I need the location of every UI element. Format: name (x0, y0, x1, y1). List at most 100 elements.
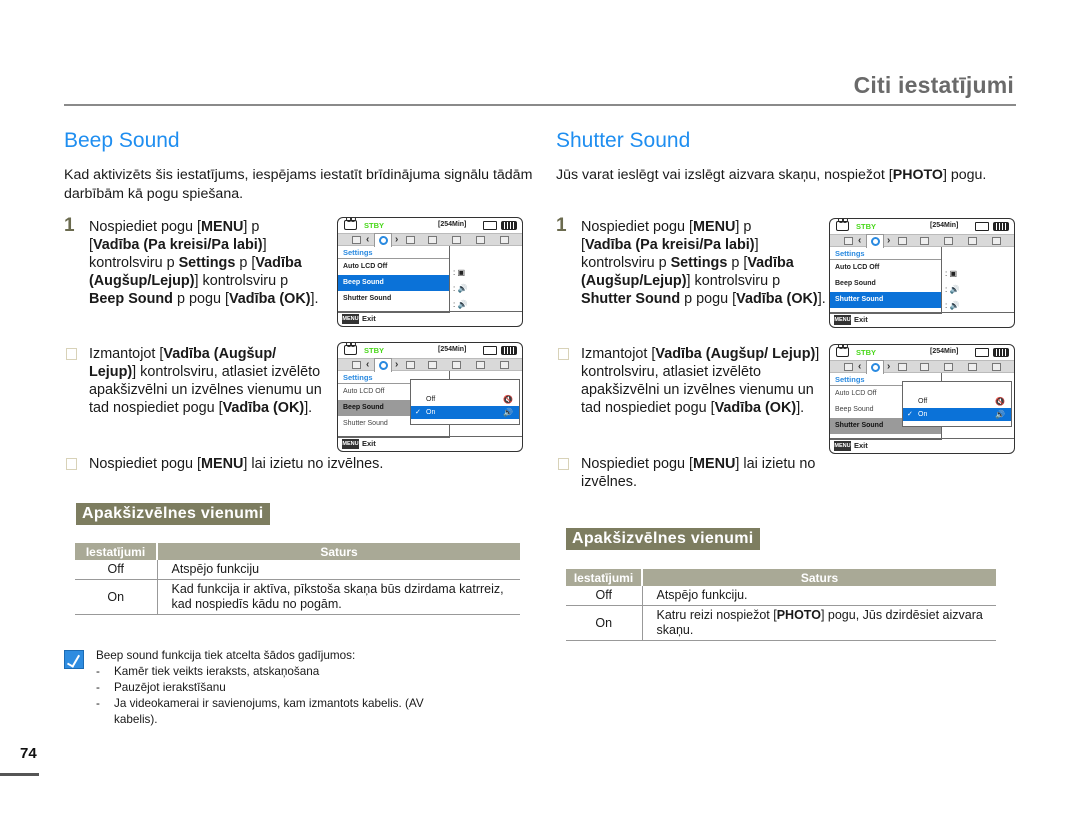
menu-item-shutter-sound[interactable]: Shutter Sound (830, 292, 941, 308)
menu-button[interactable]: MENU (834, 441, 851, 451)
step-text: Izmantojot [Vadība (Augšup/ Lejup)] kont… (89, 346, 322, 416)
header-divider (64, 104, 1016, 106)
table-row: Off Atspējo funkciju (75, 560, 520, 580)
submenu-option-on[interactable]: ✓ On 🔊 (411, 406, 519, 419)
right-arrow-icon: › (887, 361, 891, 372)
submenu-option-off[interactable]: Off 🔇 (903, 395, 1011, 408)
memory-card-icon (975, 222, 989, 231)
status-label: STBY (856, 348, 877, 357)
menu-tab-bar: ‹ › (830, 360, 1014, 374)
screen-footer: MENU Exit (830, 312, 1014, 327)
tab-icon (500, 361, 509, 369)
memory-card-icon (483, 221, 497, 230)
menu-tab-bar: ‹ › (338, 233, 522, 247)
beep-step-2: Izmantojot [Vadība (Augšup/ Lejup)] kont… (64, 345, 324, 417)
status-label: STBY (856, 222, 877, 231)
camera-screen-beep-menu: STBY [254Min] ‹ › Settings Auto LCD Off … (337, 217, 523, 327)
step-bullet-icon (66, 458, 77, 470)
tab-icon (352, 236, 361, 244)
menu-tab-bar: ‹ › (830, 234, 1014, 248)
note-pencil-icon (64, 650, 84, 669)
left-arrow-icon: ‹ (366, 359, 370, 370)
shutter-step-1: 1 Nospiediet pogu [MENU] p [Vadība (Pa k… (556, 215, 826, 308)
menu-button[interactable]: MENU (342, 314, 359, 324)
step-text: Nospiediet pogu [MENU] p [Vadība (Pa kre… (581, 219, 826, 307)
left-arrow-icon: ‹ (366, 234, 370, 245)
tab-icon (992, 237, 1001, 245)
tab-icon (992, 363, 1001, 371)
camcorder-icon (836, 345, 849, 357)
setting-description: Atspējo funkciju. (642, 586, 996, 606)
speaker-icon: 🔊 (995, 410, 1005, 419)
setting-description: Atspējo funkciju (157, 560, 520, 580)
settings-gear-icon (866, 234, 884, 248)
setting-value: Off (566, 586, 643, 606)
menu-item-auto-lcd-off[interactable]: Auto LCD Off (338, 259, 449, 275)
beep-step-1: 1 Nospiediet pogu [MENU] p [Vadība (Pa k… (64, 216, 324, 308)
beep-note: Beep sound funkcija tiek atcelta šādos g… (64, 648, 464, 728)
settings-menu: Settings Auto LCD Off Beep Sound Shutter… (830, 247, 942, 314)
tab-icon (944, 363, 953, 371)
exit-label: Exit (362, 439, 376, 448)
step-text: Izmantojot [Vadība (Augšup/ Lejup)] kont… (581, 346, 820, 416)
remaining-time: [254Min] (930, 348, 959, 355)
menu-item-beep-sound[interactable]: Beep Sound (338, 275, 449, 291)
settings-menu: Settings Auto LCD Off Beep Sound Shutter… (338, 246, 450, 313)
settings-gear-icon (866, 360, 884, 374)
speaker-icon: 🔊 (503, 408, 513, 417)
column-header-settings: Iestatījumi (75, 543, 158, 560)
tab-icon (898, 237, 907, 245)
step-text: Nospiediet pogu [MENU] p [Vadība (Pa kre… (89, 219, 319, 307)
shutter-submenu-heading: Apakšizvēlnes vienumi (566, 528, 760, 550)
settings-gear-icon (374, 233, 392, 247)
beep-step-3: Nospiediet pogu [MENU] lai izietu no izv… (64, 455, 444, 473)
menu-button[interactable]: MENU (342, 439, 359, 449)
table-row: Off Atspējo funkciju. (566, 586, 996, 606)
exit-label: Exit (854, 441, 868, 450)
note-item: Ja videokamerai ir savienojums, kam izma… (96, 696, 464, 728)
note-list: Kamēr tiek veikts ieraksts, atskaņošana … (96, 664, 464, 728)
battery-icon (993, 222, 1009, 231)
tab-icon (944, 237, 953, 245)
tab-icon (406, 236, 415, 244)
tab-icon (476, 236, 485, 244)
tab-icon (428, 236, 437, 244)
status-label: STBY (364, 346, 385, 355)
page-number-underline (0, 773, 39, 776)
shutter-step-3: Nospiediet pogu [MENU] lai izietu no izv… (556, 455, 826, 491)
menu-values: : ▣: 🔊: 🔊 (945, 269, 960, 310)
menu-item-beep-sound[interactable]: Beep Sound (830, 276, 941, 292)
right-arrow-icon: › (395, 359, 399, 370)
menu-button[interactable]: MENU (834, 315, 851, 325)
speaker-mute-icon: 🔇 (503, 395, 513, 404)
tab-icon (844, 363, 853, 371)
shutter-sound-title: Shutter Sound (556, 129, 691, 152)
tab-icon (968, 363, 977, 371)
setting-description: Katru reizi nospiežot [PHOTO] pogu, Jūs … (642, 605, 996, 641)
chapter-title: Citi iestatījumi (853, 72, 1014, 98)
camcorder-icon (344, 218, 357, 230)
camera-screen-shutter-menu: STBY [254Min] ‹ › Settings Auto LCD Off … (829, 218, 1015, 328)
screen-footer: MENU Exit (338, 311, 522, 326)
tab-icon (968, 237, 977, 245)
submenu-option-on[interactable]: ✓ On 🔊 (903, 408, 1011, 421)
step-number: 1 (556, 215, 567, 236)
submenu-option-off[interactable]: Off 🔇 (411, 393, 519, 406)
step-bullet-icon (66, 348, 77, 360)
tab-icon (844, 237, 853, 245)
menu-header: Settings (338, 246, 449, 259)
remaining-time: [254Min] (438, 221, 467, 228)
tab-icon (920, 237, 929, 245)
status-label: STBY (364, 221, 385, 230)
left-arrow-icon: ‹ (858, 235, 862, 246)
memory-card-icon (483, 346, 497, 355)
right-arrow-icon: › (887, 235, 891, 246)
screen-footer: MENU Exit (830, 438, 1014, 453)
menu-item-auto-lcd-off[interactable]: Auto LCD Off (830, 260, 941, 276)
check-icon: ✓ (907, 411, 913, 418)
remaining-time: [254Min] (438, 346, 467, 353)
tab-icon (406, 361, 415, 369)
menu-item-shutter-sound[interactable]: Shutter Sound (338, 291, 449, 307)
exit-label: Exit (854, 315, 868, 324)
note-item: Pauzējot ierakstīšanu (96, 680, 464, 696)
